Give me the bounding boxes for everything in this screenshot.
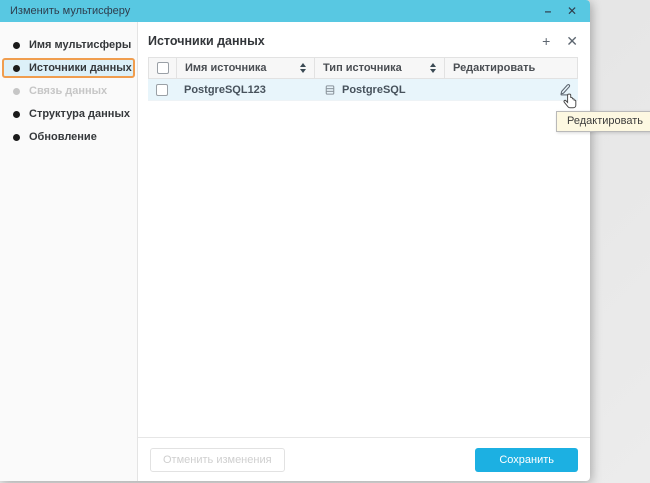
sort-icon[interactable] — [430, 63, 436, 73]
save-button[interactable]: Сохранить — [475, 448, 578, 472]
sidebar-item-data-sources[interactable]: Источники данных — [2, 58, 135, 78]
main-panel: Источники данных + ✕ Имя источника Тип и… — [138, 22, 590, 481]
sources-table: Имя источника Тип источника Редактироват… — [148, 57, 578, 101]
header-source-name[interactable]: Имя источника — [177, 58, 315, 78]
select-all-checkbox[interactable] — [157, 62, 169, 74]
header-edit: Редактировать — [445, 58, 577, 78]
table-row[interactable]: PostgreSQL123 PostgreSQL — [148, 79, 578, 101]
sidebar: Имя мультисферы Источники данных Связь д… — [0, 22, 138, 481]
minimize-icon[interactable]: – — [540, 5, 556, 17]
header-checkbox-cell — [149, 58, 177, 78]
sidebar-item-label: Структура данных — [29, 108, 130, 120]
titlebar[interactable]: Изменить мультисферу – ✕ — [0, 0, 590, 22]
row-checkbox[interactable] — [156, 84, 168, 96]
sidebar-item-data-link: Связь данных — [2, 81, 135, 101]
window-title: Изменить мультисферу — [10, 5, 130, 17]
sort-icon[interactable] — [300, 63, 306, 73]
dialog-body: Имя мультисферы Источники данных Связь д… — [0, 22, 590, 481]
edit-multisphere-dialog: Изменить мультисферу – ✕ Имя мультисферы… — [0, 0, 590, 481]
sidebar-item-multisphere-name[interactable]: Имя мультисферы — [2, 35, 135, 55]
cancel-changes-button[interactable]: Отменить изменения — [150, 448, 285, 472]
database-icon — [324, 84, 336, 96]
source-type-cell: PostgreSQL — [316, 79, 446, 100]
sidebar-item-data-structure[interactable]: Структура данных — [2, 104, 135, 124]
add-source-icon[interactable]: + — [542, 34, 550, 48]
panel-close-icon[interactable]: ✕ — [566, 34, 578, 48]
sidebar-item-label: Источники данных — [29, 62, 132, 74]
sidebar-item-update[interactable]: Обновление — [2, 127, 135, 147]
sidebar-item-label: Имя мультисферы — [29, 39, 131, 51]
window-close-icon[interactable]: ✕ — [564, 5, 580, 17]
table-header-row: Имя источника Тип источника Редактироват… — [148, 57, 578, 79]
bullet-icon — [13, 111, 20, 118]
panel-title: Источники данных — [148, 34, 265, 48]
sidebar-item-label: Обновление — [29, 131, 97, 143]
bullet-icon — [13, 42, 20, 49]
bullet-icon — [13, 65, 20, 72]
bullet-icon — [13, 134, 20, 141]
header-source-type[interactable]: Тип источника — [315, 58, 445, 78]
dialog-footer: Отменить изменения Сохранить — [138, 437, 590, 481]
sidebar-item-label: Связь данных — [29, 85, 107, 97]
bullet-icon — [13, 88, 20, 95]
panel-header: Источники данных + ✕ — [148, 34, 578, 48]
hand-cursor-icon — [562, 92, 579, 116]
source-name-cell: PostgreSQL123 — [176, 79, 316, 100]
